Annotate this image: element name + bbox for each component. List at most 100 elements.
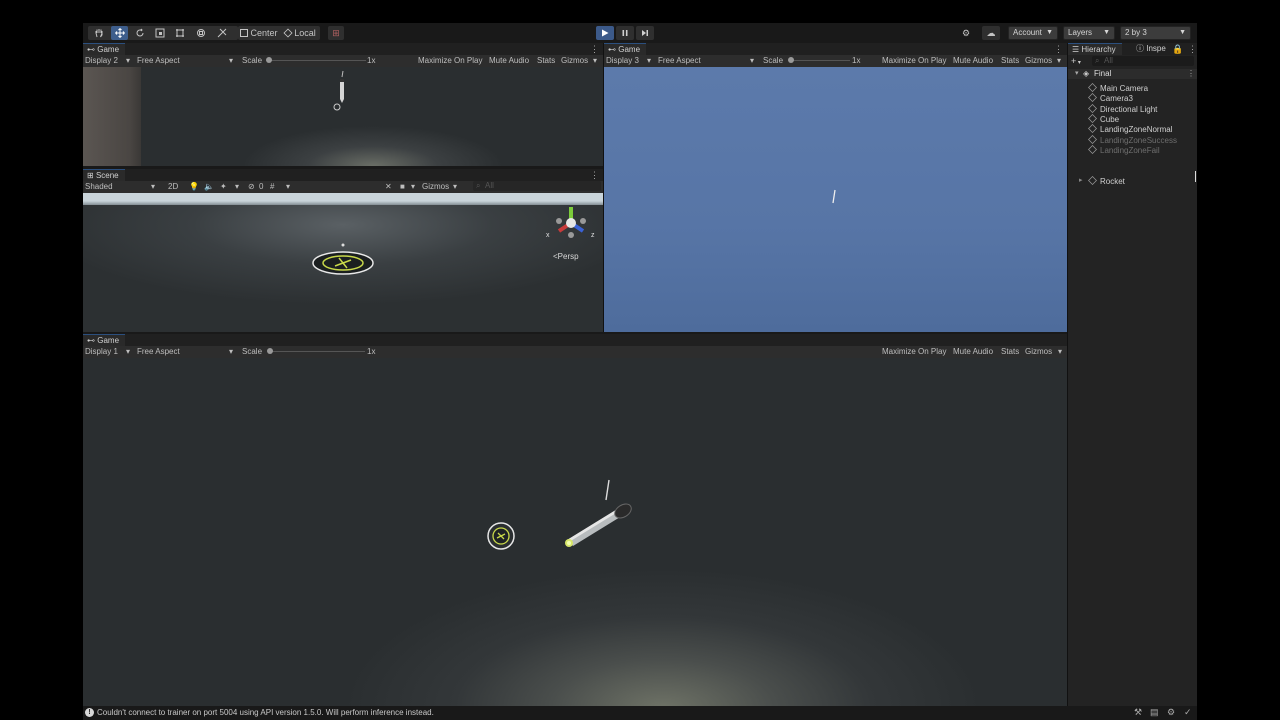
chevron-down-icon: ▾: [750, 56, 755, 65]
step-button[interactable]: [636, 26, 654, 40]
game-right-toolbar: Display 3 ▾ Free Aspect ▾ Scale 1x Maxim…: [604, 55, 1067, 67]
grid-snap-icon[interactable]: ⊞: [328, 26, 344, 40]
effects-icon[interactable]: ✦: [220, 182, 227, 191]
grid-toggle-icon[interactable]: #: [270, 182, 274, 191]
aspect-select[interactable]: Free Aspect: [658, 56, 701, 65]
progress-icon[interactable]: ⚒: [1134, 707, 1142, 718]
more-menu-icon[interactable]: ⋮: [590, 43, 599, 55]
game-view-display1[interactable]: [83, 358, 1067, 706]
unity-editor: Center Local ⊞ ⚙ ☁ Account ▼ Layers ▼ 2 …: [83, 23, 1197, 720]
lighting-icon[interactable]: 💡: [189, 182, 199, 191]
scene-root-row[interactable]: ▾ ◈ Final ⋮: [1068, 69, 1197, 79]
maximize-on-play-button[interactable]: Maximize On Play: [882, 347, 946, 356]
hierarchy-item[interactable]: Cube: [1088, 113, 1119, 124]
game-view-display2[interactable]: [83, 67, 603, 166]
cache-icon[interactable]: ▤: [1150, 707, 1159, 718]
hierarchy-item[interactable]: LandingZoneFail: [1088, 144, 1160, 155]
hierarchy-item-rocket[interactable]: ▸ Rocket: [1079, 176, 1125, 186]
gizmos-button[interactable]: Gizmos: [1025, 56, 1052, 65]
maximize-on-play-button[interactable]: Maximize On Play: [418, 56, 482, 65]
pivot-center-button[interactable]: Center: [240, 26, 278, 40]
game-bottom-toolbar: Display 1 ▾ Free Aspect ▾ Scale 1x Maxim…: [83, 346, 1067, 358]
cube-icon: [1088, 83, 1097, 92]
more-menu-icon[interactable]: ⋮: [1187, 69, 1195, 78]
check-icon[interactable]: ✓: [1184, 707, 1192, 718]
more-menu-icon[interactable]: ⋮: [1188, 43, 1197, 55]
search-icon: ⌕: [1095, 56, 1100, 65]
hierarchy-item[interactable]: Directional Light: [1088, 103, 1158, 114]
hidden-objects-icon[interactable]: ⊘: [248, 182, 255, 191]
hierarchy-panel: + ▾ ⌕ All ▾ ◈ Final ⋮ Main Camera Camera3…: [1068, 55, 1197, 706]
tab-inspector[interactable]: ⓘ Inspe: [1132, 43, 1172, 55]
account-dropdown[interactable]: Account ▼: [1008, 26, 1058, 40]
display-select[interactable]: Display 1: [85, 347, 118, 356]
aspect-select[interactable]: Free Aspect: [137, 56, 180, 65]
stats-button[interactable]: Stats: [1001, 347, 1019, 356]
rect-tool-icon[interactable]: [172, 26, 188, 40]
scene-orientation-gizmo[interactable]: [549, 203, 595, 243]
shading-mode-select[interactable]: Shaded: [85, 182, 113, 191]
rotate-tool-icon[interactable]: [132, 26, 148, 40]
more-menu-icon[interactable]: ⋮: [590, 169, 599, 181]
hierarchy-item[interactable]: LandingZoneNormal: [1088, 124, 1173, 134]
scale-slider-thumb[interactable]: [267, 348, 273, 354]
mute-audio-button[interactable]: Mute Audio: [489, 56, 529, 65]
item-label: Directional Light: [1100, 104, 1158, 114]
gizmos-button[interactable]: Gizmos: [561, 56, 588, 65]
more-menu-icon[interactable]: ⋮: [1054, 43, 1063, 55]
hierarchy-item[interactable]: Main Camera: [1088, 83, 1148, 93]
debug-icon[interactable]: ⚙: [1167, 707, 1175, 718]
mute-audio-button[interactable]: Mute Audio: [953, 56, 993, 65]
game-view-display3[interactable]: [604, 67, 1067, 332]
tools-icon[interactable]: ✕: [385, 182, 392, 191]
mute-audio-button[interactable]: Mute Audio: [953, 347, 993, 356]
collab-gear-icon[interactable]: ⚙: [958, 26, 974, 40]
pivot-local-button[interactable]: Local: [282, 26, 318, 40]
cube-icon: [1088, 176, 1097, 185]
move-tool-icon[interactable]: [111, 26, 128, 40]
lock-icon[interactable]: 🔒: [1172, 43, 1183, 55]
toggle-2d-button[interactable]: 2D: [168, 182, 178, 191]
stats-button[interactable]: Stats: [1001, 56, 1019, 65]
scene-viewport[interactable]: x z <Persp: [83, 193, 603, 332]
scale-slider-track[interactable]: [269, 351, 365, 352]
expand-arrow-icon[interactable]: ▾: [1075, 69, 1079, 77]
scale-slider-track[interactable]: [790, 60, 850, 61]
maximize-on-play-button[interactable]: Maximize On Play: [882, 56, 946, 65]
hierarchy-search-input[interactable]: ⌕ All: [1092, 56, 1194, 66]
display-select[interactable]: Display 2: [85, 56, 118, 65]
hidden-count: 0: [259, 182, 264, 191]
add-object-button[interactable]: + ▾: [1071, 56, 1081, 66]
display-select[interactable]: Display 3: [606, 56, 639, 65]
scale-tool-icon[interactable]: [152, 26, 168, 40]
gizmos-dropdown[interactable]: Gizmos: [422, 182, 449, 191]
camera-icon[interactable]: ■: [400, 182, 405, 191]
hierarchy-item[interactable]: LandingZoneSuccess: [1088, 134, 1177, 145]
expand-arrow-icon[interactable]: ▸: [1079, 176, 1083, 184]
aspect-select[interactable]: Free Aspect: [137, 347, 180, 356]
persp-toggle[interactable]: <Persp: [553, 252, 579, 261]
hierarchy-item[interactable]: Camera3: [1088, 93, 1133, 103]
scale-slider-thumb[interactable]: [266, 57, 272, 63]
layers-dropdown[interactable]: Layers ▼: [1063, 26, 1115, 40]
item-label: LandingZoneFail: [1100, 145, 1160, 155]
scene-search-input[interactable]: ⌕ All: [473, 181, 601, 191]
scale-slider-thumb[interactable]: [788, 57, 794, 63]
pause-button[interactable]: [616, 26, 634, 40]
stats-button[interactable]: Stats: [537, 56, 555, 65]
tab-label: Hierarchy: [1081, 45, 1116, 54]
status-message[interactable]: Couldn't connect to trainer on port 5004…: [97, 708, 434, 717]
play-button[interactable]: [596, 26, 614, 40]
chevron-down-icon: ▾: [235, 182, 240, 191]
gizmos-button[interactable]: Gizmos: [1025, 347, 1052, 356]
list-icon: ☰: [1072, 45, 1082, 54]
audio-icon[interactable]: 🔈: [204, 182, 214, 191]
layout-dropdown[interactable]: 2 by 3 ▼: [1120, 26, 1191, 40]
tab-label: Scene: [95, 171, 119, 180]
scale-slider-track[interactable]: [266, 60, 366, 61]
hand-tool-icon[interactable]: [91, 26, 107, 40]
game-right-tabbar: ⊷ Game ⋮: [604, 43, 1067, 56]
cloud-icon[interactable]: ☁: [982, 26, 1000, 40]
custom-tool-icon[interactable]: [214, 26, 230, 40]
transform-tool-icon[interactable]: [193, 26, 209, 40]
